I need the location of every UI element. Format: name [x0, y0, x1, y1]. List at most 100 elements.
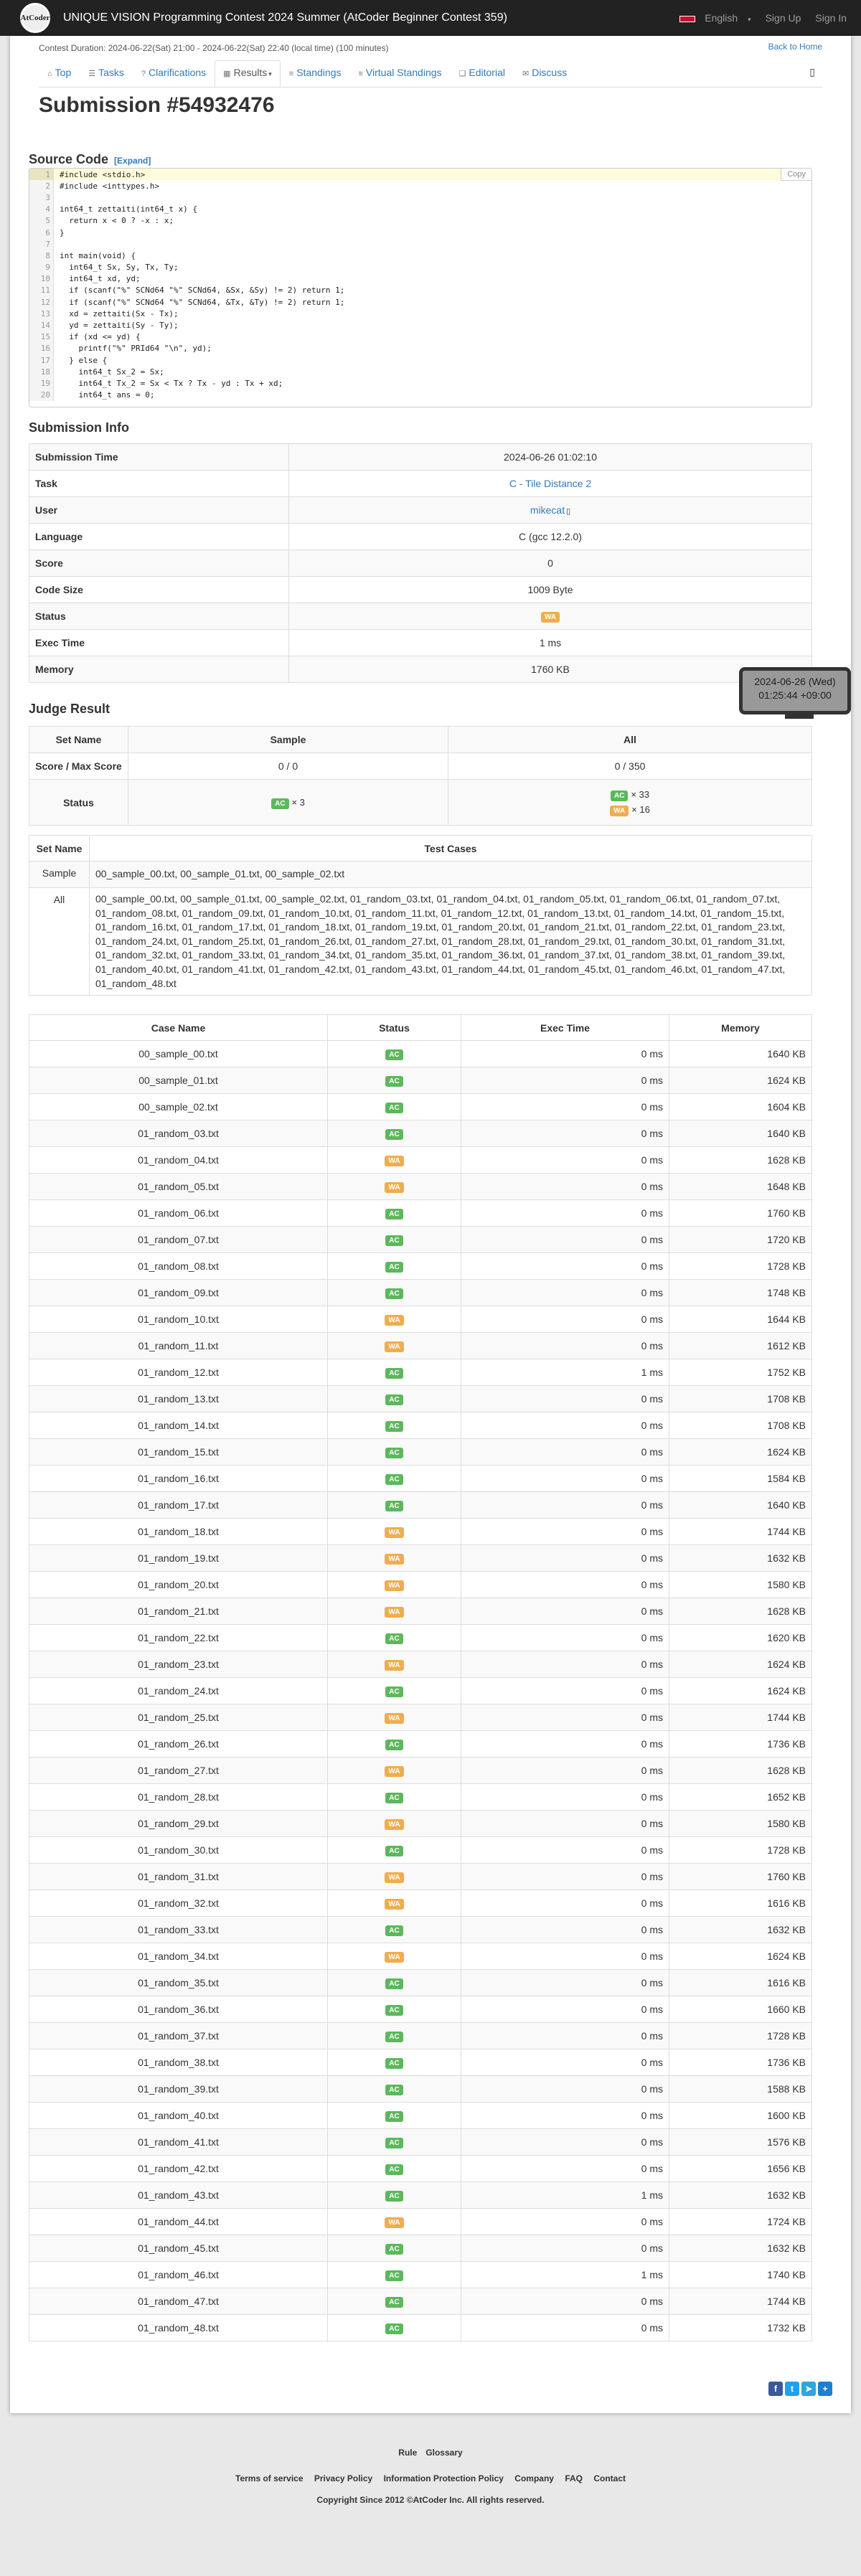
case-memory: 1728 KB: [669, 2022, 812, 2049]
expand-link[interactable]: [Expand]: [114, 156, 151, 166]
case-name: 01_random_05.txt: [29, 1173, 328, 1200]
case-name: 01_random_40.txt: [29, 2102, 328, 2129]
case-exec-time: 0 ms: [461, 1969, 669, 1996]
code-line: 13 xd = zettaiti(Sx - Tx);: [29, 308, 811, 320]
case-name: 00_sample_00.txt: [29, 1040, 328, 1067]
table-row: 01_random_04.txt WA 0 ms 1628 KB: [29, 1146, 812, 1174]
case-status: WA: [327, 1571, 461, 1598]
case-exec-time: 0 ms: [461, 1412, 669, 1439]
fullscreen-icon[interactable]: ▯: [802, 60, 822, 87]
telegram-share-icon[interactable]: ➤: [801, 2382, 816, 2396]
case-memory: 1600 KB: [669, 2102, 812, 2129]
table-row: 01_random_32.txt WA 0 ms 1616 KB: [29, 1889, 812, 1917]
copy-button[interactable]: Copy: [781, 169, 811, 181]
table-row: 01_random_47.txt AC 0 ms 1744 KB: [29, 2288, 812, 2315]
case-exec-time: 0 ms: [461, 1332, 669, 1359]
status-badge: AC: [385, 1262, 403, 1273]
source-code-box[interactable]: Copy 1 #include <stdio.h> 2 #include <intty…: [29, 168, 812, 407]
external-link-icon[interactable]: ▯: [566, 507, 570, 516]
company-link[interactable]: Company: [514, 2473, 554, 2483]
tab-tasks[interactable]: ☰ Tasks: [80, 60, 133, 87]
status-badge: WA: [385, 1660, 404, 1671]
case-status: AC: [327, 2075, 461, 2103]
case-memory: 1640 KB: [669, 1120, 812, 1147]
info-row-user: User mikecat ▯: [29, 496, 812, 524]
facebook-share-icon[interactable]: f: [768, 2382, 783, 2396]
line-number: 9: [29, 261, 54, 273]
code-line: 16 printf("%" PRId64 "\n", yd);: [29, 342, 811, 354]
code-line: 11 if (scanf("%" SCNd64 "%" SCNd64, &Sx,…: [29, 284, 811, 297]
privacy-link[interactable]: Privacy Policy: [314, 2473, 372, 2483]
info-policy-link[interactable]: Information Protection Policy: [384, 2473, 504, 2483]
cases-body: 00_sample_00.txt AC 0 ms 1640 KB 00_sample_0…: [29, 1040, 812, 2341]
case-status: WA: [327, 1332, 461, 1359]
table-row: 01_random_09.txt AC 0 ms 1748 KB: [29, 1279, 812, 1306]
judge-result-heading: Judge Result: [29, 702, 110, 716]
table-row: 01_random_24.txt AC 0 ms 1624 KB: [29, 1677, 812, 1704]
tab-discuss[interactable]: ✉ Discuss: [514, 60, 575, 87]
tab-clarifications[interactable]: ? Clarifications: [133, 60, 215, 87]
case-name: 01_random_23.txt: [29, 1651, 328, 1678]
case-exec-time: 0 ms: [461, 2128, 669, 2156]
case-memory: 1740 KB: [669, 2261, 812, 2288]
case-memory: 1616 KB: [669, 1969, 812, 1996]
terms-link[interactable]: Terms of service: [235, 2473, 304, 2483]
back-to-home-link[interactable]: Back to Home: [768, 42, 822, 52]
case-memory: 1580 KB: [669, 1810, 812, 1837]
code-line: 18 int64_t Sx_2 = Sx;: [29, 366, 811, 378]
judge-header-row: Set Name Sample All: [29, 726, 812, 753]
case-name: 01_random_17.txt: [29, 1491, 328, 1519]
table-row: 01_random_11.txt WA 0 ms 1612 KB: [29, 1332, 812, 1359]
status-badge: AC: [385, 1633, 403, 1644]
status-badge: AC: [385, 2244, 403, 2255]
case-status: AC: [327, 2235, 461, 2262]
table-row: 01_random_08.txt AC 0 ms 1728 KB: [29, 1252, 812, 1280]
sign-in-link[interactable]: Sign In: [808, 12, 854, 24]
case-memory: 1728 KB: [669, 1252, 812, 1280]
language-dropdown[interactable]: English ▾: [672, 12, 758, 24]
case-memory: 1660 KB: [669, 1996, 812, 2023]
case-status: WA: [327, 1889, 461, 1917]
status-badge: AC: [385, 2032, 403, 2042]
case-name: 01_random_06.txt: [29, 1199, 328, 1227]
case-memory: 1612 KB: [669, 1332, 812, 1359]
table-row: 01_random_17.txt AC 0 ms 1640 KB: [29, 1491, 812, 1519]
submission-time-value[interactable]: 2024-06-26 01:02:10: [288, 443, 812, 471]
case-status: AC: [327, 1996, 461, 2023]
rule-link[interactable]: Rule: [398, 2448, 417, 2458]
caret-down-icon: ▾: [268, 70, 272, 77]
table-row: 01_random_35.txt AC 0 ms 1616 KB: [29, 1969, 812, 1996]
info-row-exec-time: Exec Time 1 ms: [29, 629, 812, 656]
tab-standings[interactable]: ≡ Standings: [281, 60, 350, 87]
case-exec-time: 0 ms: [461, 1279, 669, 1306]
info-row-submission-time: Submission Time 2024-06-26 01:02:10: [29, 443, 812, 471]
code-text: } else {: [60, 355, 108, 365]
table-row: 00_sample_02.txt AC 0 ms 1604 KB: [29, 1093, 812, 1120]
case-exec-time: 0 ms: [461, 1730, 669, 1758]
faq-link[interactable]: FAQ: [565, 2473, 583, 2483]
tab-editorial[interactable]: ❏ Editorial: [451, 60, 514, 87]
twitter-share-icon[interactable]: t: [785, 2382, 799, 2396]
case-exec-time: 0 ms: [461, 1465, 669, 1492]
case-memory: 1628 KB: [669, 1146, 812, 1174]
case-memory: 1632 KB: [669, 2181, 812, 2209]
code-line: 10 int64_t xd, yd;: [29, 273, 811, 285]
user-link[interactable]: mikecat: [530, 504, 565, 516]
tab-results[interactable]: ▦ Results ▾: [215, 60, 281, 87]
glossary-link[interactable]: Glossary: [425, 2448, 462, 2458]
tab-virtual-standings[interactable]: ≡ Virtual Standings: [350, 60, 451, 87]
tab-top[interactable]: ⌂ Top: [39, 60, 80, 87]
status-badge: AC: [385, 2005, 403, 2016]
line-number: 2: [29, 180, 54, 192]
status-badge: AC: [385, 1235, 403, 1246]
case-memory: 1640 KB: [669, 1491, 812, 1519]
case-memory: 1760 KB: [669, 1863, 812, 1890]
atcoder-logo[interactable]: AtCoder: [20, 3, 50, 33]
more-share-icon[interactable]: +: [818, 2382, 832, 2396]
task-link[interactable]: C - Tile Distance 2: [509, 478, 591, 489]
contest-title[interactable]: UNIQUE VISION Programming Contest 2024 S…: [63, 11, 507, 24]
contact-link[interactable]: Contact: [593, 2473, 626, 2483]
case-name: 01_random_48.txt: [29, 2314, 328, 2341]
sign-up-link[interactable]: Sign Up: [758, 12, 809, 24]
question-icon: ?: [141, 70, 146, 78]
